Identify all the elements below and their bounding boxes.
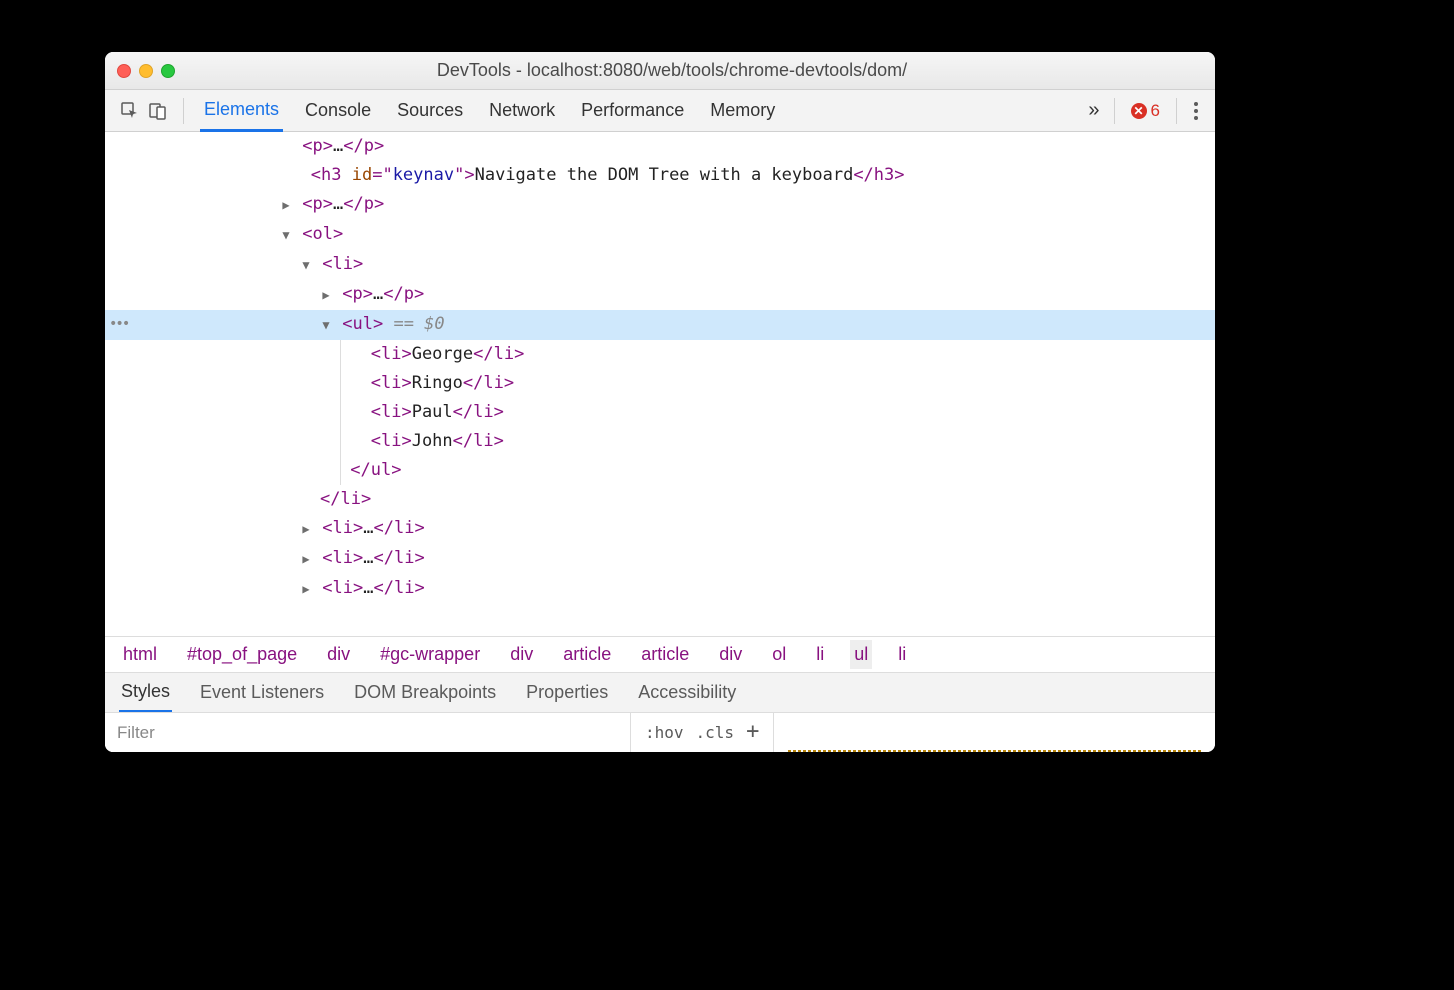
subtab-accessibility[interactable]: Accessibility xyxy=(636,674,738,711)
tab-network[interactable]: Network xyxy=(485,91,559,130)
tab-console[interactable]: Console xyxy=(301,91,375,130)
tab-sources[interactable]: Sources xyxy=(393,91,467,130)
error-count[interactable]: ✕ 6 xyxy=(1121,101,1170,121)
breadcrumb-item[interactable]: div xyxy=(715,640,746,669)
breadcrumb-item[interactable]: #top_of_page xyxy=(183,640,301,669)
tab-elements[interactable]: Elements xyxy=(200,90,283,132)
elements-dom-tree[interactable]: <p>…</p> <h3 id="keynav">Navigate the DO… xyxy=(105,132,1215,636)
breadcrumb-item[interactable]: article xyxy=(559,640,615,669)
devtools-window: DevTools - localhost:8080/web/tools/chro… xyxy=(105,52,1215,752)
inspect-element-icon[interactable] xyxy=(117,98,143,124)
breadcrumb-item[interactable]: html xyxy=(119,640,161,669)
traffic-lights xyxy=(117,64,175,78)
minimize-window-button[interactable] xyxy=(139,64,153,78)
breadcrumb-item[interactable]: div xyxy=(506,640,537,669)
styles-filter-input[interactable] xyxy=(105,713,630,752)
styles-subtabs: Styles Event Listeners DOM Breakpoints Prop… xyxy=(105,672,1215,712)
dom-node-li-item[interactable]: <li>Ringo</li> xyxy=(105,369,1215,398)
error-count-value: 6 xyxy=(1151,101,1160,121)
titlebar: DevTools - localhost:8080/web/tools/chro… xyxy=(105,52,1215,90)
main-menu-button[interactable] xyxy=(1183,98,1209,124)
dom-node-li[interactable]: ▶ <li>…</li> xyxy=(105,574,1215,604)
subtab-styles[interactable]: Styles xyxy=(119,673,172,713)
dom-node-li-item[interactable]: <li>Paul</li> xyxy=(105,398,1215,427)
dom-node-li-item[interactable]: <li>George</li> xyxy=(105,340,1215,369)
window-title: DevTools - localhost:8080/web/tools/chro… xyxy=(191,60,1153,81)
more-tabs-button[interactable]: » xyxy=(1080,99,1107,122)
dom-node-ol[interactable]: ▼ <ol> xyxy=(105,220,1215,250)
subtab-dom-breakpoints[interactable]: DOM Breakpoints xyxy=(352,674,498,711)
dom-node-ul-selected[interactable]: ▼ <ul> == $0••• xyxy=(105,310,1215,340)
new-style-rule-button[interactable]: + xyxy=(746,719,759,744)
tab-memory[interactable]: Memory xyxy=(706,91,779,130)
breadcrumb-item[interactable]: div xyxy=(323,640,354,669)
box-model-placeholder xyxy=(773,713,1215,752)
styles-filter-bar: :hov .cls + xyxy=(105,712,1215,752)
breadcrumb-item[interactable]: #gc-wrapper xyxy=(376,640,484,669)
dom-node-li[interactable]: ▼ <li> xyxy=(105,250,1215,280)
subtab-event-listeners[interactable]: Event Listeners xyxy=(198,674,326,711)
dom-node-p-truncated[interactable]: <p>…</p> xyxy=(105,132,1215,161)
breadcrumb-item[interactable]: li xyxy=(812,640,828,669)
main-toolbar: Elements Console Sources Network Performance… xyxy=(105,90,1215,132)
breadcrumb-item[interactable]: ul xyxy=(850,640,872,669)
dom-breadcrumbs: html #top_of_page div #gc-wrapper div article… xyxy=(105,636,1215,672)
breadcrumb-item[interactable]: li xyxy=(894,640,910,669)
edit-html-gutter-icon[interactable]: ••• xyxy=(109,310,128,339)
breadcrumb-item[interactable]: ol xyxy=(768,640,790,669)
zoom-window-button[interactable] xyxy=(161,64,175,78)
dom-node-li-close[interactable]: </li> xyxy=(105,485,1215,514)
dom-node-h3[interactable]: <h3 id="keynav">Navigate the DOM Tree wi… xyxy=(105,161,1215,190)
hover-toggle-button[interactable]: :hov xyxy=(645,723,684,742)
breadcrumb-item[interactable]: article xyxy=(637,640,693,669)
dom-node-p[interactable]: ▶ <p>…</p> xyxy=(105,190,1215,220)
subtab-properties[interactable]: Properties xyxy=(524,674,610,711)
dom-node-li-item[interactable]: <li>John</li> xyxy=(105,427,1215,456)
panel-tabs: Elements Console Sources Network Performance… xyxy=(190,90,1080,132)
tab-performance[interactable]: Performance xyxy=(577,91,688,130)
device-toolbar-icon[interactable] xyxy=(145,98,171,124)
cls-toggle-button[interactable]: .cls xyxy=(696,723,735,742)
dom-node-p[interactable]: ▶ <p>…</p> xyxy=(105,280,1215,310)
dom-node-ul-close[interactable]: </ul> xyxy=(105,456,1215,485)
dom-node-li[interactable]: ▶ <li>…</li> xyxy=(105,544,1215,574)
dom-node-li[interactable]: ▶ <li>…</li> xyxy=(105,514,1215,544)
error-icon: ✕ xyxy=(1131,103,1147,119)
close-window-button[interactable] xyxy=(117,64,131,78)
